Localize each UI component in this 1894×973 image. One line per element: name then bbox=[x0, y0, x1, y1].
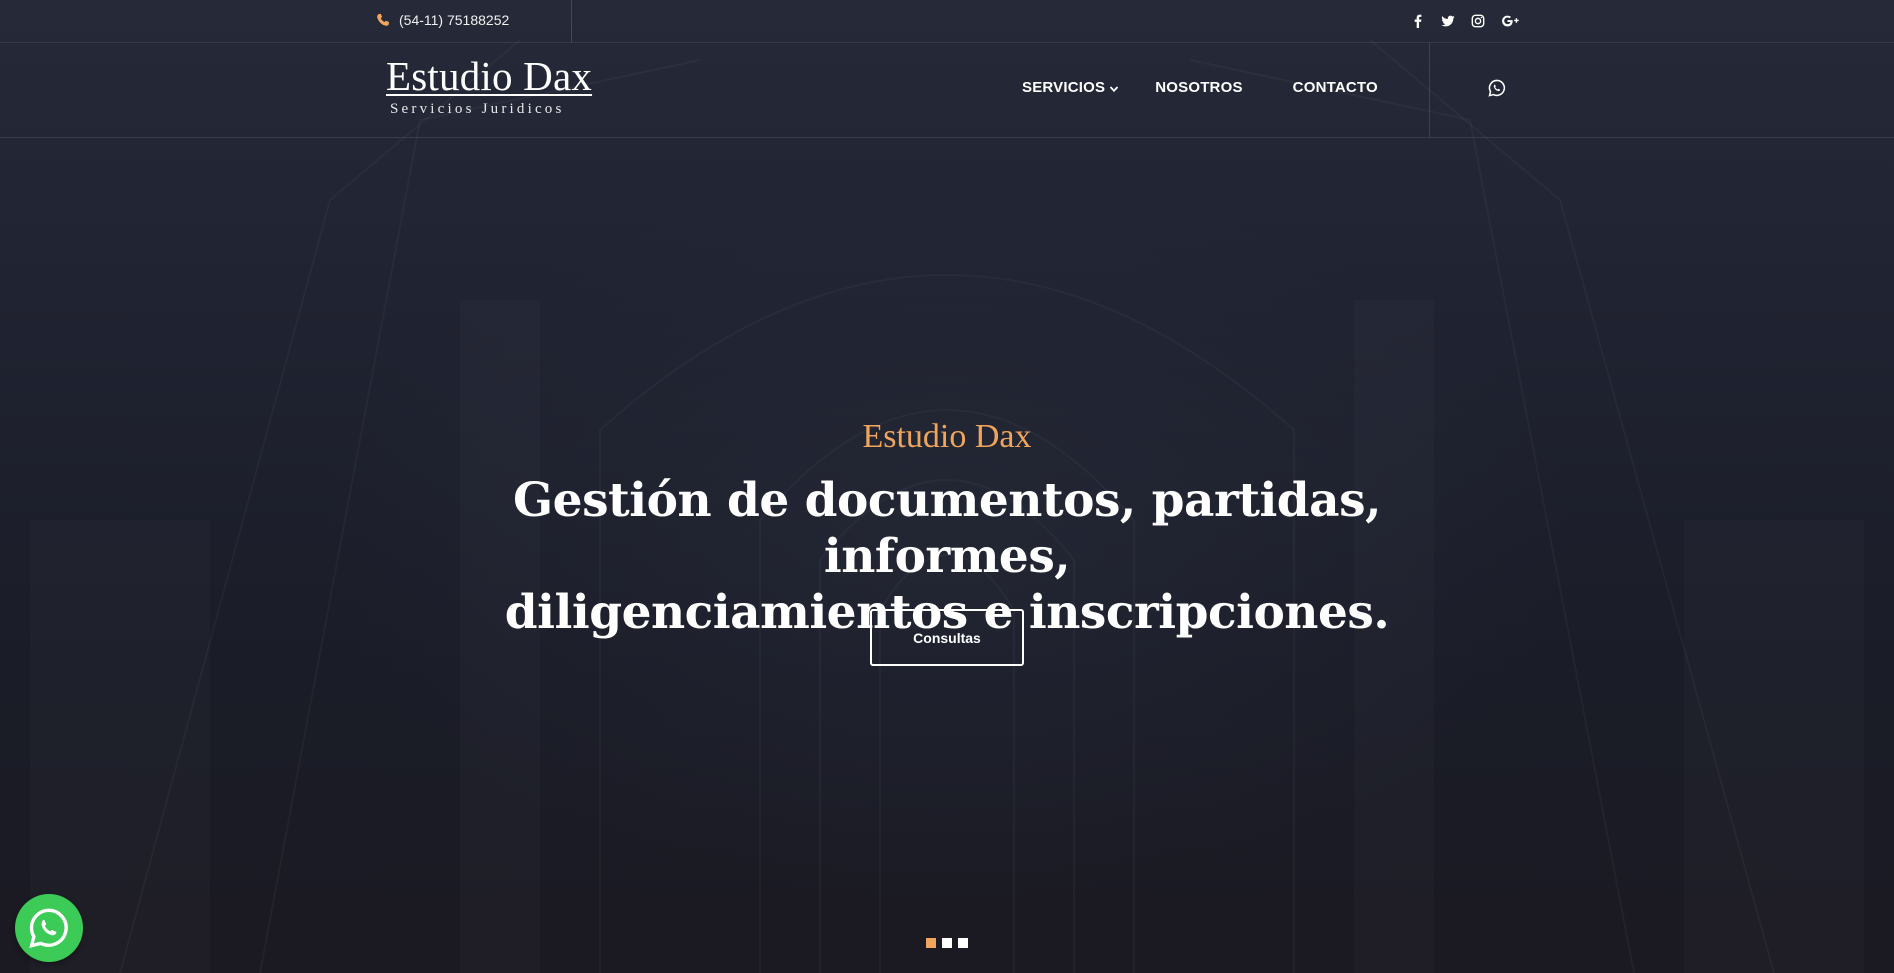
social-links bbox=[1410, 10, 1522, 32]
phone-number: (54-11) 75188252 bbox=[399, 12, 510, 28]
menu-item-label: NOSOTROS bbox=[1155, 79, 1243, 96]
whatsapp-float-button[interactable] bbox=[15, 894, 83, 962]
slider-dot-1[interactable] bbox=[926, 938, 936, 948]
main-menu: SERVICIOS NOSOTROS CONTACTO bbox=[1022, 79, 1378, 96]
logo-subtitle: Servicios Juridicos bbox=[390, 101, 565, 117]
slider-dot-3[interactable] bbox=[958, 938, 968, 948]
hero-title-line: Gestión de documentos, partidas, informe… bbox=[513, 473, 1381, 584]
hero-kicker: Estudio Dax bbox=[862, 418, 1032, 455]
nav-divider bbox=[1429, 43, 1430, 137]
logo-title: Estudio Dax bbox=[386, 53, 593, 99]
menu-item-label: SERVICIOS bbox=[1022, 79, 1106, 96]
whatsapp-icon[interactable] bbox=[1488, 79, 1506, 97]
google-plus-icon[interactable] bbox=[1500, 13, 1522, 29]
twitter-icon[interactable] bbox=[1440, 13, 1456, 29]
consultas-button[interactable]: Consultas bbox=[870, 609, 1024, 666]
slider-dot-2[interactable] bbox=[942, 938, 952, 948]
phone-contact[interactable]: (54-11) 75188252 bbox=[376, 9, 509, 31]
phone-icon bbox=[377, 13, 389, 26]
menu-item-contacto[interactable]: CONTACTO bbox=[1293, 79, 1378, 96]
instagram-icon[interactable] bbox=[1470, 13, 1486, 29]
menu-item-nosotros[interactable]: NOSOTROS bbox=[1155, 79, 1242, 96]
facebook-icon[interactable] bbox=[1410, 13, 1426, 29]
chevron-down-icon bbox=[1110, 85, 1119, 92]
menu-item-label: CONTACTO bbox=[1292, 79, 1378, 96]
whatsapp-icon bbox=[29, 908, 68, 948]
topbar-divider bbox=[571, 0, 572, 42]
main-navbar: Estudio Dax Servicios Juridicos SERVICIO… bbox=[0, 43, 1894, 138]
slider-pagination bbox=[926, 938, 968, 948]
site-logo[interactable]: Estudio Dax Servicios Juridicos bbox=[386, 53, 598, 118]
top-bar: (54-11) 75188252 bbox=[0, 0, 1894, 43]
menu-item-servicios[interactable]: SERVICIOS bbox=[1022, 79, 1119, 96]
